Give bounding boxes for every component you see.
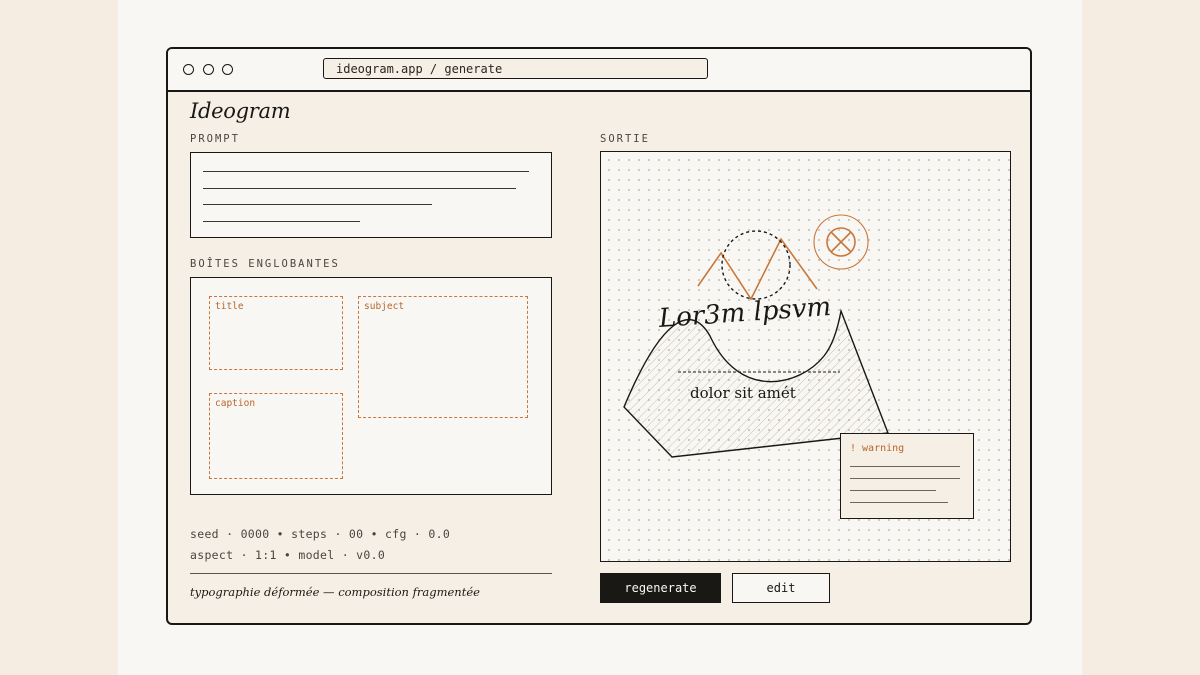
- prompt-text-line: [203, 188, 516, 189]
- zigzag-mark: [696, 236, 818, 301]
- params-line-1: seed · 0000 • steps · 00 • cfg · 0.0: [190, 527, 451, 541]
- warning-text-line: [850, 502, 948, 503]
- warning-text-line: [850, 466, 960, 467]
- bbox-subject[interactable]: subject: [358, 296, 528, 418]
- bbox-subject-label: subject: [364, 301, 405, 312]
- window-control-maximize[interactable]: [222, 64, 233, 75]
- prompt-text-line: [203, 221, 360, 222]
- window-control-minimize[interactable]: [203, 64, 214, 75]
- bbox-title-label: title: [215, 301, 244, 312]
- output-label: SORTIE: [600, 133, 650, 145]
- prompt-text-line: [203, 204, 432, 205]
- window-control-close[interactable]: [183, 64, 194, 75]
- brand-logo: Ideogram: [190, 99, 291, 123]
- url-bar[interactable]: ideogram.app / generate: [323, 58, 708, 79]
- bounding-boxes-label: BOÎTES ENGLOBANTES: [190, 258, 340, 270]
- footer-caption: typographie déformée — composition fragm…: [190, 585, 480, 599]
- app-window: ideogram.app / generate Ideogram PROMPT …: [166, 47, 1032, 625]
- divider: [190, 573, 552, 574]
- warning-title: ! warning: [850, 443, 905, 454]
- browser-titlebar: ideogram.app / generate: [168, 49, 1030, 92]
- edit-button[interactable]: edit: [732, 573, 830, 603]
- bbox-caption[interactable]: caption: [209, 393, 343, 479]
- bbox-title[interactable]: title: [209, 296, 343, 370]
- prompt-label: PROMPT: [190, 133, 240, 145]
- regenerate-button[interactable]: regenerate: [600, 573, 721, 603]
- bounding-boxes-canvas[interactable]: title subject caption: [190, 277, 552, 495]
- output-subline: dolor sit amét: [690, 384, 796, 402]
- warning-text-line: [850, 478, 960, 479]
- crossed-circle-icon: [812, 213, 869, 270]
- params-line-2: aspect · 1:1 • model · v0.0: [190, 548, 386, 562]
- warning-text-line: [850, 490, 936, 491]
- bbox-caption-label: caption: [215, 398, 256, 409]
- prompt-text-line: [203, 171, 529, 172]
- prompt-input[interactable]: [190, 152, 552, 238]
- warning-card[interactable]: ! warning: [840, 433, 974, 519]
